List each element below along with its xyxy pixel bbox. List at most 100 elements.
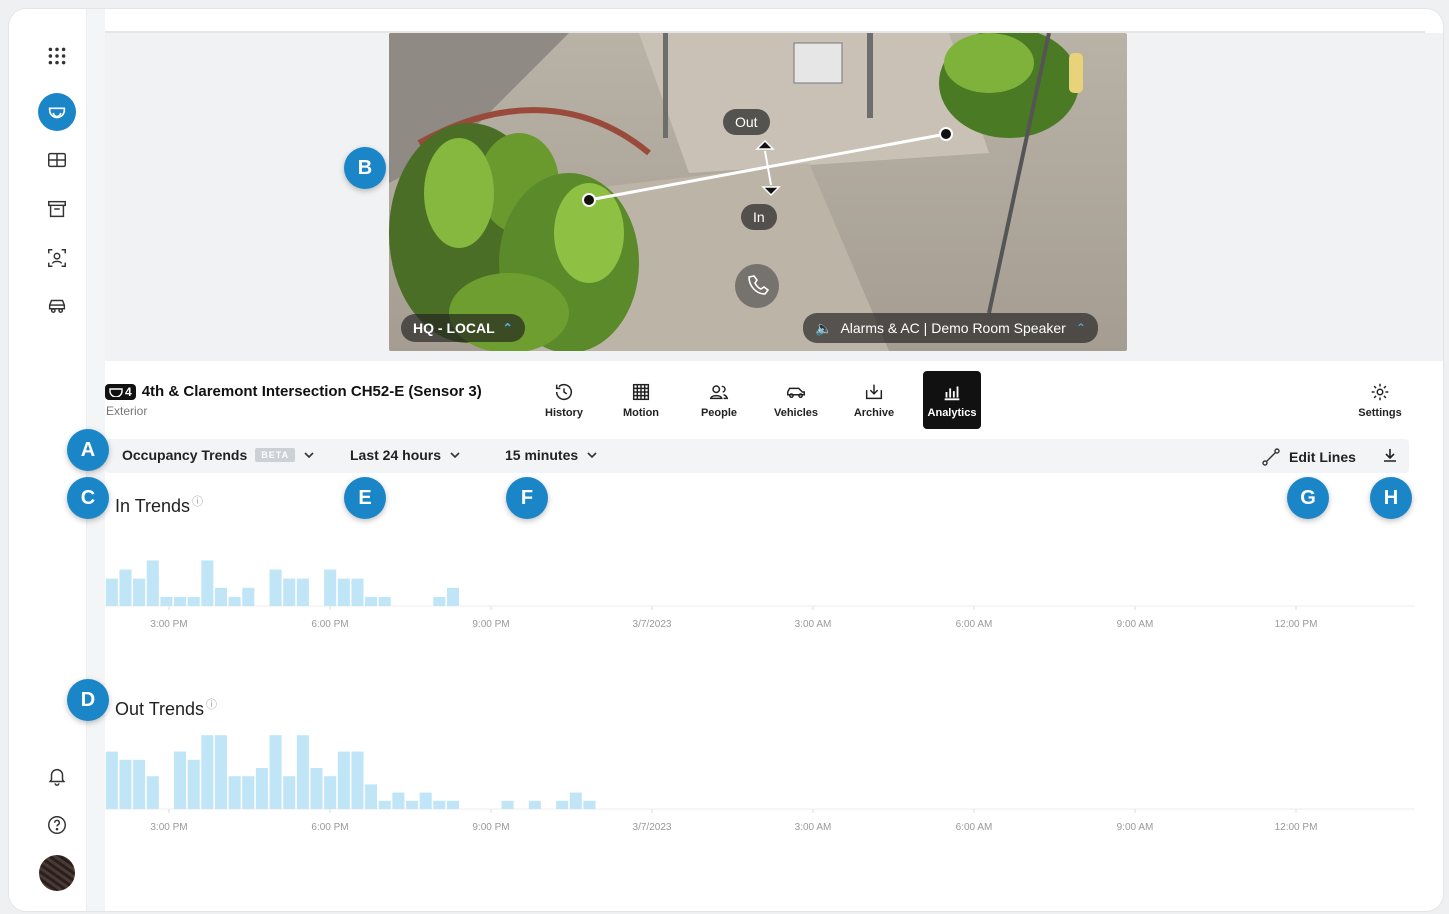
- chart-bar[interactable]: [351, 751, 364, 809]
- chart-bar[interactable]: [446, 800, 459, 809]
- info-icon[interactable]: ⓘ: [192, 496, 203, 508]
- chart-bar[interactable]: [174, 596, 187, 606]
- vehicle-icon[interactable]: [38, 287, 76, 325]
- info-icon[interactable]: ⓘ: [206, 699, 217, 711]
- camera-count: 4: [125, 384, 132, 399]
- chart-bar[interactable]: [187, 596, 200, 606]
- speaker-selector[interactable]: 🔈 Alarms & AC | Demo Room Speaker ⌃: [803, 313, 1098, 343]
- chart-bar[interactable]: [105, 578, 118, 606]
- chart-bar[interactable]: [433, 800, 446, 809]
- chart-bar[interactable]: [283, 776, 296, 809]
- chart-bar[interactable]: [365, 596, 378, 606]
- chart-bar[interactable]: [365, 784, 378, 809]
- range-label: Last 24 hours: [350, 447, 442, 463]
- out-trends-chart: 3:00 PM 6:00 PM 9:00 PM 3/7/2023 3:00 AM 6:00…: [105, 735, 1415, 833]
- chart-bar[interactable]: [528, 800, 541, 809]
- x-tick-label: 6:00 PM: [311, 619, 348, 630]
- chart-bar[interactable]: [201, 735, 214, 809]
- edit-lines-button[interactable]: Edit Lines: [1261, 447, 1356, 467]
- camera-feed[interactable]: Out In HQ - LOCAL ⌃ 🔈 Alarms & AC | Demo…: [389, 33, 1127, 351]
- range-dropdown[interactable]: Last 24 hours: [350, 447, 461, 463]
- notifications-bell-icon[interactable]: [38, 757, 76, 795]
- chart-bar[interactable]: [310, 768, 323, 809]
- chart-bar[interactable]: [406, 800, 419, 809]
- user-avatar[interactable]: [39, 855, 75, 891]
- chart-bar[interactable]: [105, 751, 118, 809]
- x-tick-label: 12:00 PM: [1275, 619, 1318, 630]
- chart-bar[interactable]: [283, 578, 296, 606]
- x-tick-label: 3:00 PM: [150, 822, 187, 833]
- callout-d: D: [67, 679, 109, 721]
- x-tick-label: 9:00 PM: [472, 822, 509, 833]
- callout-b: B: [344, 147, 386, 189]
- chart-bar[interactable]: [269, 569, 282, 606]
- chart-bar[interactable]: [501, 800, 514, 809]
- interval-dropdown[interactable]: 15 minutes: [505, 447, 598, 463]
- chart-bar[interactable]: [324, 776, 337, 809]
- chart-bar[interactable]: [214, 735, 228, 809]
- chart-bar[interactable]: [133, 578, 146, 606]
- video-wall-icon[interactable]: [38, 141, 76, 179]
- app-launcher-icon[interactable]: [38, 37, 76, 75]
- chart-bar[interactable]: [119, 569, 132, 606]
- line-out-label: Out: [723, 109, 770, 135]
- chart-bar[interactable]: [556, 800, 569, 809]
- chart-bar[interactable]: [146, 776, 159, 809]
- settings-button[interactable]: Settings: [1351, 371, 1409, 429]
- x-tick-label: 6:00 AM: [956, 619, 993, 630]
- chart-bar[interactable]: [214, 587, 228, 606]
- camera-location: Exterior: [106, 404, 148, 418]
- download-icon: [1384, 449, 1396, 462]
- chart-bar[interactable]: [392, 792, 405, 809]
- tab-motion[interactable]: Motion: [612, 371, 670, 429]
- tab-analytics[interactable]: Analytics: [923, 371, 981, 429]
- chart-bar[interactable]: [378, 800, 391, 809]
- chevron-down-icon: [304, 452, 314, 459]
- chart-bar[interactable]: [296, 735, 309, 809]
- help-icon[interactable]: [38, 806, 76, 844]
- chart-bar[interactable]: [201, 560, 214, 606]
- chart-bar[interactable]: [351, 578, 364, 606]
- chart-bar[interactable]: [242, 587, 255, 606]
- camera-title: 4 4th & Claremont Intersection CH52-E (S…: [105, 383, 482, 400]
- chart-bar[interactable]: [446, 587, 459, 606]
- chart-bar[interactable]: [419, 792, 432, 809]
- chart-bar[interactable]: [296, 578, 309, 606]
- callout-e: E: [344, 477, 386, 519]
- chart-bar[interactable]: [119, 759, 132, 809]
- report-dropdown[interactable]: Occupancy Trends BETA: [122, 447, 315, 463]
- chart-bar[interactable]: [228, 776, 241, 809]
- chart-bar[interactable]: [569, 792, 582, 809]
- tab-history[interactable]: History: [535, 371, 593, 429]
- tab-archive[interactable]: Archive: [845, 371, 903, 429]
- callout-h: H: [1370, 477, 1412, 519]
- chart-bar[interactable]: [583, 800, 596, 809]
- face-search-icon[interactable]: [38, 239, 76, 277]
- settings-label: Settings: [1358, 407, 1402, 419]
- chart-bar[interactable]: [187, 759, 200, 809]
- motion-grid-icon: [632, 383, 650, 401]
- chart-bar[interactable]: [324, 569, 337, 606]
- chart-bar[interactable]: [174, 751, 187, 809]
- tab-people[interactable]: People: [690, 371, 748, 429]
- chart-bar[interactable]: [337, 578, 350, 606]
- download-button[interactable]: [1381, 446, 1399, 464]
- tab-vehicles[interactable]: Vehicles: [767, 371, 825, 429]
- x-tick-label: 6:00 AM: [956, 822, 993, 833]
- chart-bar[interactable]: [242, 776, 255, 809]
- site-label: HQ - LOCAL: [413, 320, 495, 336]
- chart-bar[interactable]: [146, 560, 159, 606]
- camera-dome-icon[interactable]: [38, 93, 76, 131]
- chart-bar[interactable]: [337, 751, 350, 809]
- chart-bar[interactable]: [228, 596, 241, 606]
- chart-bar[interactable]: [269, 735, 282, 809]
- archive-box-icon[interactable]: [38, 190, 76, 228]
- chart-bar[interactable]: [378, 596, 391, 606]
- chart-bar[interactable]: [255, 768, 268, 809]
- chart-bar[interactable]: [133, 759, 146, 809]
- chart-bar[interactable]: [160, 596, 173, 606]
- x-tick-label: 9:00 AM: [1117, 822, 1154, 833]
- chart-bar[interactable]: [433, 596, 446, 606]
- site-selector[interactable]: HQ - LOCAL ⌃: [401, 314, 525, 342]
- people-icon: [709, 385, 729, 400]
